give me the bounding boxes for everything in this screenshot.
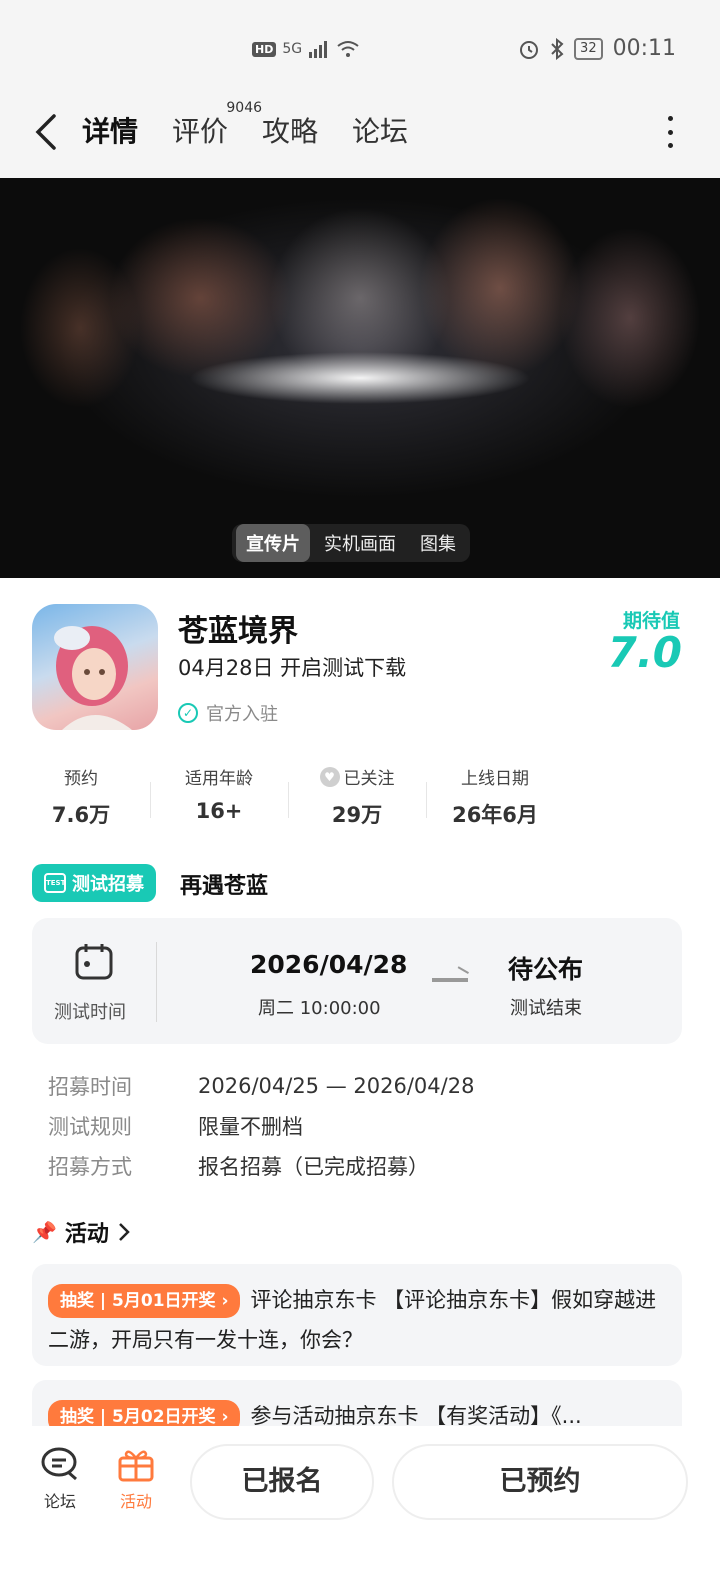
stat-value: 26年6月 [452, 803, 538, 827]
expect-value: 7.0 [607, 628, 682, 677]
character-art [54, 626, 132, 730]
bottom-forum-button[interactable]: 论坛 [30, 1446, 90, 1512]
bottom-bar: 论坛 活动 已报名 已预约 [0, 1426, 720, 1584]
battery-icon: 32 [574, 37, 603, 60]
info-key: 招募时间 [48, 1075, 132, 1099]
info-value: 报名招募（已完成招募） [198, 1155, 429, 1179]
recruit-tag-label: 测试招募 [72, 874, 144, 895]
bottom-activity-button[interactable]: 活动 [106, 1446, 166, 1512]
stat-value: 16+ [195, 799, 243, 823]
wifi-icon [337, 41, 359, 57]
arrow-right-icon [432, 978, 468, 982]
pin-icon: 📌 [32, 1220, 57, 1244]
info-value: 限量不删档 [198, 1115, 303, 1139]
activity-card[interactable]: 抽奖 | 5月01日开奖 › 评论抽京东卡 【评论抽京东卡】假如穿越进二游，开局只… [32, 1264, 682, 1366]
activity-header[interactable]: 📌 活动 [32, 1216, 131, 1248]
tab-reviews[interactable]: 评价 9046 [172, 100, 262, 150]
activity-text: 参与活动抽京东卡 【有奖活动】《... [250, 1404, 582, 1428]
info-key: 招募方式 [48, 1155, 132, 1179]
activity-title: 活动 [64, 1222, 109, 1247]
info-key: 测试规则 [48, 1115, 132, 1139]
heart-icon: ♥ [319, 766, 340, 787]
bottom-forum-label: 论坛 [43, 1492, 76, 1511]
official-badge: ✓ 官方入驻 [178, 700, 278, 726]
test-end-status: 待公布 [508, 955, 584, 984]
recruit-info: 招募时间 2026/04/25 — 2026/04/28 测试规则 限量不删档 … [48, 1066, 474, 1186]
stat-label: 预约 [64, 769, 98, 789]
calendar-icon [75, 944, 113, 980]
divider [156, 942, 157, 1022]
stat-value: 7.6万 [51, 803, 111, 827]
test-time-card: 测试时间 2026/04/28 周二 10:00:00 待公布 测试结束 [32, 918, 682, 1044]
video-player[interactable]: 宣传片 实机画面 图集 [0, 178, 720, 578]
media-tabs: 宣传片 实机画面 图集 [232, 524, 470, 562]
more-menu-icon[interactable] [664, 116, 676, 148]
reserved-button[interactable]: 已预约 [392, 1444, 688, 1520]
top-nav: 详情 评价 9046 攻略 论坛 [0, 96, 720, 178]
game-subtitle: 04月28日 开启测试下载 [178, 656, 407, 680]
info-row: 测试规则 限量不删档 [48, 1106, 474, 1146]
game-icon [32, 604, 158, 730]
test-start-date: 2026/04/28 [250, 950, 408, 979]
stat-release-date: 上线日期 26年6月 [426, 764, 564, 829]
chat-bubble-icon [41, 1447, 77, 1481]
hd-icon: HD [252, 41, 277, 57]
signed-up-button[interactable]: 已报名 [190, 1444, 374, 1520]
clock: 00:11 [612, 36, 676, 61]
gift-icon [118, 1450, 154, 1482]
tab-guides[interactable]: 攻略 [262, 110, 318, 150]
stats-row: 预约 7.6万 适用年龄 16+ ♥ 已关注 29万 上线日期 26年6月 [12, 764, 572, 829]
chevron-right-icon [119, 1223, 130, 1241]
test-icon: TEST [44, 873, 66, 893]
status-network: HD 5G [252, 40, 360, 58]
media-tab-gameplay[interactable]: 实机画面 [314, 524, 406, 562]
tab-reviews-label: 评价 [172, 115, 229, 148]
test-start-time: 周二 10:00:00 [258, 998, 381, 1019]
recruit-tag: TEST 测试招募 [32, 864, 156, 902]
official-label: 官方入驻 [206, 704, 278, 725]
network-label: 5G [282, 41, 303, 57]
check-circle-icon: ✓ [178, 703, 198, 723]
info-row: 招募方式 报名招募（已完成招募） [48, 1146, 474, 1186]
stat-value: 29万 [331, 803, 383, 827]
stat-label: 适用年龄 [185, 769, 253, 789]
tab-bar: 详情 评价 9046 攻略 论坛 [77, 100, 408, 150]
info-value: 2026/04/25 — 2026/04/28 [198, 1074, 475, 1098]
bottom-activity-label: 活动 [119, 1492, 152, 1511]
back-icon[interactable] [30, 112, 66, 152]
tab-details[interactable]: 详情 [77, 110, 143, 150]
signal-icon [309, 41, 328, 58]
status-right: 32 00:11 [518, 36, 676, 61]
game-title: 苍蓝境界 [178, 614, 298, 649]
test-end-label: 测试结束 [510, 998, 582, 1019]
recruit-title: 再遇苍蓝 [180, 874, 269, 899]
media-tab-trailer[interactable]: 宣传片 [236, 524, 310, 562]
bluetooth-icon [551, 37, 564, 60]
tab-forum[interactable]: 论坛 [352, 110, 408, 150]
video-frame [0, 178, 720, 578]
alarm-icon [520, 40, 539, 59]
stat-label: 上线日期 [461, 769, 529, 789]
test-time-label: 测试时间 [54, 1002, 126, 1023]
status-bar: HD 5G 32 00:11 [0, 0, 720, 96]
info-row: 招募时间 2026/04/25 — 2026/04/28 [48, 1066, 474, 1106]
media-tab-gallery[interactable]: 图集 [410, 524, 466, 562]
reviews-count-badge: 9046 [226, 100, 263, 116]
stat-label: 已关注 [343, 769, 395, 789]
stat-age: 适用年龄 16+ [150, 764, 288, 829]
lottery-tag: 抽奖 | 5月01日开奖 › [48, 1284, 241, 1318]
stat-followed[interactable]: ♥ 已关注 29万 [288, 764, 426, 829]
stat-label-followed: ♥ 已关注 [288, 764, 426, 789]
stat-reservations: 预约 7.6万 [12, 764, 150, 829]
